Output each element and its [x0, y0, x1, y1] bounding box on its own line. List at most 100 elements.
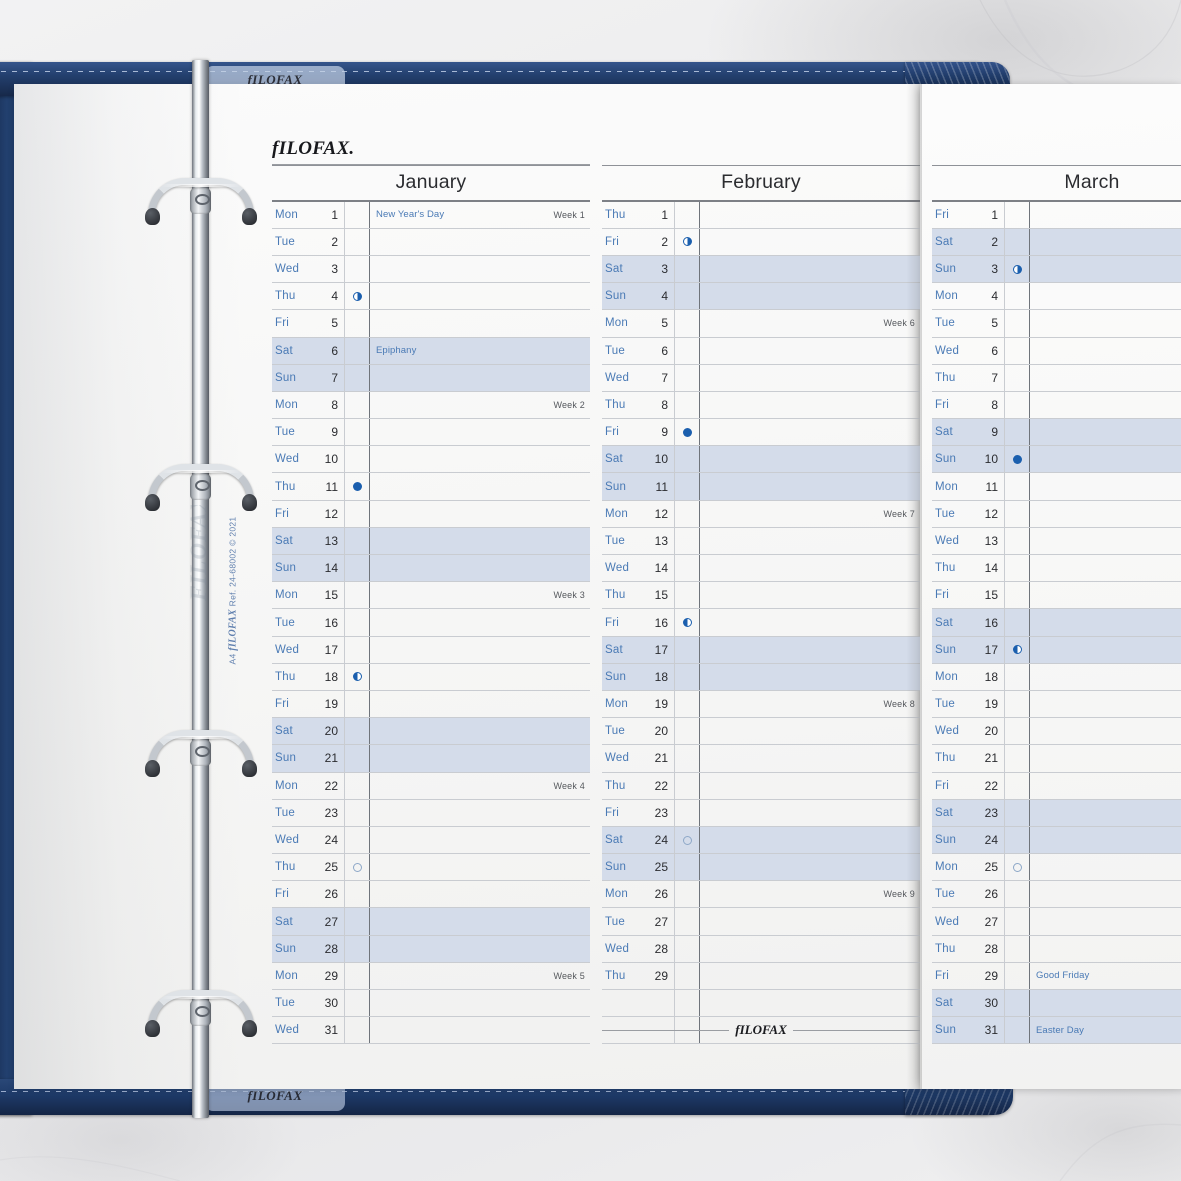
note-cell[interactable]: New Year's Day Week 1: [370, 202, 590, 228]
day-row[interactable]: Fri 5: [272, 310, 590, 338]
day-row[interactable]: Fri 26: [272, 881, 590, 909]
note-cell[interactable]: [700, 555, 920, 581]
day-row[interactable]: Sun 24: [932, 826, 1181, 855]
day-row[interactable]: Tue 23: [272, 799, 590, 827]
day-row[interactable]: Mon 1 New Year's Day Week 1: [272, 201, 590, 229]
note-cell[interactable]: [1030, 501, 1181, 527]
day-row[interactable]: Sat 2: [932, 228, 1181, 256]
note-cell[interactable]: [700, 609, 920, 635]
note-cell[interactable]: [700, 528, 920, 554]
note-cell[interactable]: Week 4: [370, 773, 590, 799]
note-cell[interactable]: [370, 908, 590, 934]
day-row[interactable]: Sat 20: [272, 718, 590, 746]
note-cell[interactable]: [1030, 773, 1181, 799]
note-cell[interactable]: Week 9: [700, 881, 920, 907]
day-row[interactable]: Sun 17: [932, 636, 1181, 664]
day-row[interactable]: Thu 11: [272, 473, 590, 501]
day-row[interactable]: Thu 14: [932, 555, 1181, 583]
binder-ring-4[interactable]: [145, 990, 257, 1037]
note-cell[interactable]: [1030, 691, 1181, 717]
note-cell[interactable]: [1030, 473, 1181, 499]
note-cell[interactable]: Week 8: [700, 691, 920, 717]
day-row[interactable]: Tue 12: [932, 500, 1181, 528]
note-cell[interactable]: [700, 582, 920, 608]
day-row[interactable]: Tue 19: [932, 690, 1181, 719]
day-row[interactable]: Sun 11: [602, 473, 920, 501]
note-cell[interactable]: [1030, 908, 1181, 934]
day-row[interactable]: Wed 6: [932, 337, 1181, 365]
note-cell[interactable]: [700, 637, 920, 663]
day-row[interactable]: [602, 990, 920, 1018]
note-cell[interactable]: [700, 827, 920, 853]
note-cell[interactable]: [1030, 365, 1181, 391]
day-row[interactable]: Tue 5: [932, 310, 1181, 338]
note-cell[interactable]: [370, 555, 590, 581]
note-cell[interactable]: [1030, 637, 1181, 663]
note-cell[interactable]: [1030, 582, 1181, 608]
day-row[interactable]: Thu 8: [602, 391, 920, 420]
note-cell[interactable]: Easter Day: [1030, 1017, 1181, 1043]
day-row[interactable]: Sat 10: [602, 446, 920, 474]
day-row[interactable]: Fri 19: [272, 690, 590, 719]
day-row[interactable]: Mon 5 Week 6: [602, 310, 920, 338]
note-cell[interactable]: [1030, 256, 1181, 282]
note-cell[interactable]: [1030, 555, 1181, 581]
day-row[interactable]: Wed 20: [932, 718, 1181, 746]
note-cell[interactable]: Good Friday: [1030, 963, 1181, 989]
binder-ring-3[interactable]: [145, 730, 257, 777]
day-row[interactable]: Tue 6: [602, 337, 920, 365]
day-row[interactable]: Thu 18: [272, 663, 590, 691]
day-row[interactable]: Thu 21: [932, 745, 1181, 773]
note-cell[interactable]: [700, 419, 920, 445]
day-row[interactable]: Mon 4: [932, 283, 1181, 311]
day-row[interactable]: Sat 3: [602, 255, 920, 284]
day-row[interactable]: Thu 28: [932, 935, 1181, 963]
day-row[interactable]: Mon 11: [932, 473, 1181, 501]
note-cell[interactable]: [700, 283, 920, 309]
note-cell[interactable]: [370, 446, 590, 472]
note-cell[interactable]: [700, 446, 920, 472]
note-cell[interactable]: [1030, 310, 1181, 336]
note-cell[interactable]: [700, 256, 920, 282]
note-cell[interactable]: [370, 1017, 590, 1043]
day-row[interactable]: Sat 6 Epiphany: [272, 337, 590, 365]
day-row[interactable]: Tue 2: [272, 228, 590, 256]
note-cell[interactable]: [700, 718, 920, 744]
note-cell[interactable]: [1030, 283, 1181, 309]
day-row[interactable]: Tue 13: [602, 527, 920, 556]
day-row[interactable]: Thu 22: [602, 772, 920, 800]
day-row[interactable]: Sun 31 Easter Day: [932, 1017, 1181, 1045]
day-row[interactable]: Mon 18: [932, 663, 1181, 691]
day-row[interactable]: Mon 15 Week 3: [272, 582, 590, 610]
day-row[interactable]: Wed 7: [602, 364, 920, 392]
day-row[interactable]: Sat 9: [932, 419, 1181, 447]
note-cell[interactable]: [1030, 664, 1181, 690]
day-row[interactable]: Thu 29: [602, 962, 920, 991]
note-cell[interactable]: [370, 256, 590, 282]
note-cell[interactable]: [1030, 528, 1181, 554]
note-cell[interactable]: [1030, 718, 1181, 744]
note-cell[interactable]: [700, 338, 920, 364]
day-row[interactable]: Tue 30: [272, 990, 590, 1018]
note-cell[interactable]: [1030, 990, 1181, 1016]
day-row[interactable]: Wed 10: [272, 446, 590, 474]
note-cell[interactable]: [370, 936, 590, 962]
day-row[interactable]: Sat 16: [932, 609, 1181, 637]
note-cell[interactable]: Week 6: [700, 310, 920, 336]
note-cell[interactable]: [370, 990, 590, 1016]
day-row[interactable]: Wed 27: [932, 908, 1181, 936]
day-row[interactable]: Sun 21: [272, 745, 590, 773]
day-row[interactable]: Fri 8: [932, 391, 1181, 420]
day-row[interactable]: Fri 2: [602, 228, 920, 256]
day-row[interactable]: Sun 3: [932, 255, 1181, 284]
note-cell[interactable]: [700, 990, 920, 1016]
day-row[interactable]: Sun 7: [272, 364, 590, 392]
binder-ring-2[interactable]: [145, 464, 257, 511]
note-cell[interactable]: [370, 664, 590, 690]
day-row[interactable]: Wed 14: [602, 555, 920, 583]
day-row[interactable]: Sat 13: [272, 527, 590, 556]
day-row[interactable]: Wed 21: [602, 745, 920, 773]
note-cell[interactable]: [370, 501, 590, 527]
note-cell[interactable]: [700, 908, 920, 934]
note-cell[interactable]: [700, 936, 920, 962]
